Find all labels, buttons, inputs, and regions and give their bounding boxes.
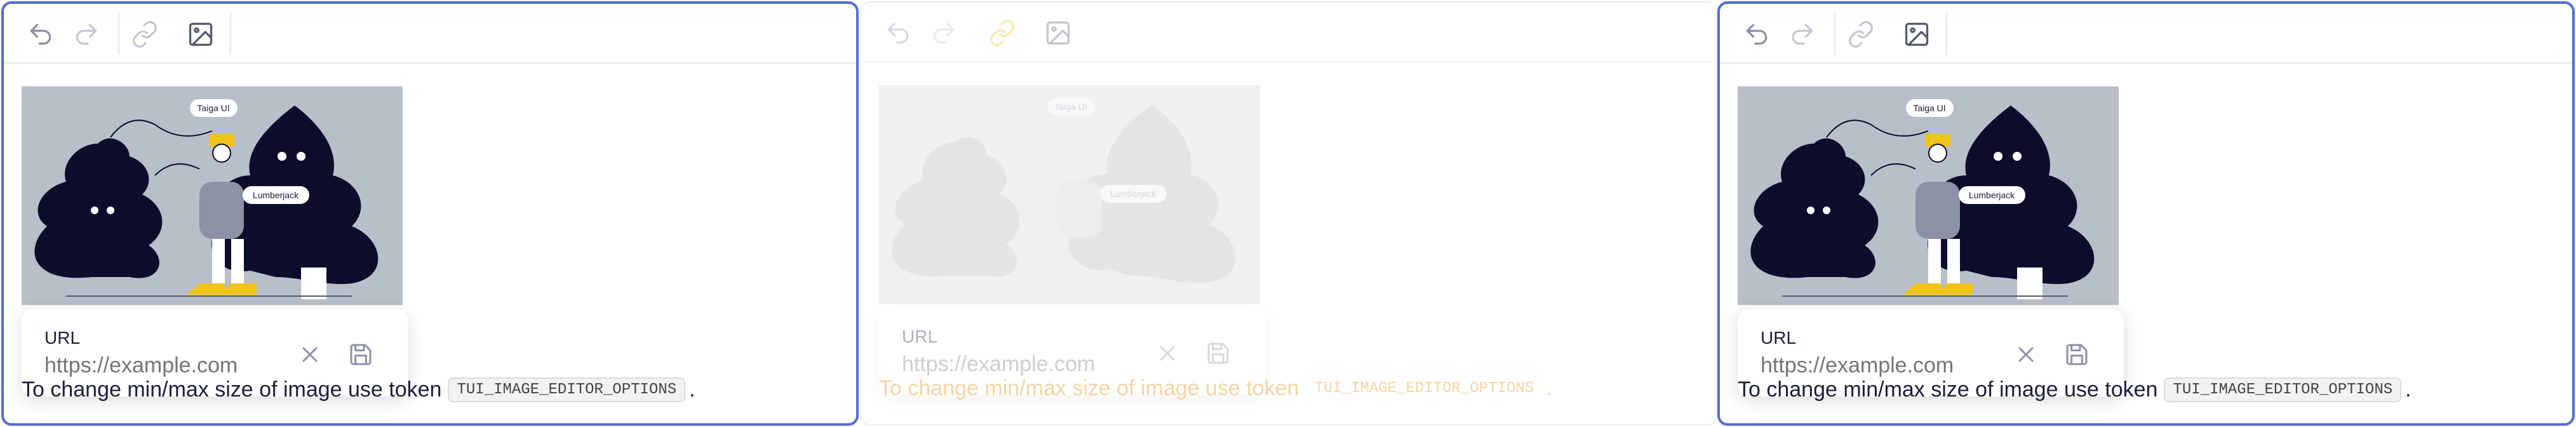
image-icon xyxy=(1905,22,1929,46)
code-token: TUI_IMAGE_EDITOR_OPTIONS xyxy=(2164,377,2402,402)
toolbar-divider xyxy=(230,13,231,55)
link-button[interactable] xyxy=(1841,14,1881,55)
undo-icon xyxy=(30,24,51,45)
save-icon xyxy=(1207,342,1229,364)
image-button[interactable] xyxy=(1896,14,1937,55)
toolbar-divider xyxy=(118,13,119,55)
redo-icon xyxy=(933,22,955,44)
paragraph-text: To change min/max size of image use toke… xyxy=(22,377,442,402)
close-icon xyxy=(1160,346,1175,361)
redo-button[interactable] xyxy=(66,14,107,55)
editor-1[interactable]: Taiga UI Lumberjack URL To change min/ma… xyxy=(1,1,859,426)
url-label: URL xyxy=(1761,328,1797,348)
save-url-button xyxy=(1202,337,1235,370)
editor-paragraph[interactable]: To change min/max size of image use toke… xyxy=(1738,377,2412,402)
code-token: TUI_IMAGE_EDITOR_OPTIONS xyxy=(1314,380,1534,397)
clear-url-button[interactable] xyxy=(293,338,326,371)
callout-lumberjack: Lumberjack xyxy=(253,190,299,200)
callout-taiga: Taiga UI xyxy=(1054,102,1087,112)
editor-paragraph: To change min/max size of image use toke… xyxy=(879,376,1553,401)
paragraph-end: . xyxy=(2405,377,2412,402)
url-input[interactable] xyxy=(44,353,286,378)
undo-icon xyxy=(1746,24,1768,45)
save-url-button[interactable] xyxy=(344,338,377,371)
clear-url-button xyxy=(1151,337,1184,370)
url-input xyxy=(902,352,1143,377)
editor-3[interactable]: Taiga UI Lumberjack URL To change min/ma… xyxy=(1717,1,2575,426)
editor-toolbar xyxy=(1720,4,2572,64)
url-label: URL xyxy=(902,327,938,346)
save-icon xyxy=(350,344,372,365)
callout-lumberjack: Lumberjack xyxy=(1110,189,1157,199)
redo-icon xyxy=(1792,24,1813,45)
code-token: TUI_IMAGE_EDITOR_OPTIONS xyxy=(448,377,686,402)
link-icon xyxy=(1848,21,1874,48)
url-input[interactable] xyxy=(1761,353,2002,378)
paragraph-end: . xyxy=(689,377,695,402)
callout-taiga: Taiga UI xyxy=(1913,103,1945,113)
inserted-image[interactable]: Taiga UI Lumberjack xyxy=(22,86,403,305)
editor-toolbar xyxy=(861,3,1716,62)
redo-button xyxy=(923,13,964,53)
link-button[interactable] xyxy=(124,14,165,55)
redo-button[interactable] xyxy=(1782,14,1823,55)
undo-button[interactable] xyxy=(1736,14,1777,55)
save-url-button[interactable] xyxy=(2060,338,2093,371)
undo-icon xyxy=(887,22,909,44)
editor-2: Taiga UI Lumberjack URL To change min/ma… xyxy=(860,1,1717,426)
save-icon xyxy=(2066,344,2088,365)
inserted-image[interactable]: Taiga UI Lumberjack xyxy=(1738,86,2119,305)
undo-button xyxy=(878,13,918,53)
toolbar-divider xyxy=(1834,13,1835,55)
clear-url-button[interactable] xyxy=(2009,338,2043,371)
editor-toolbar xyxy=(4,4,856,64)
image-button[interactable] xyxy=(180,14,221,55)
toolbar-divider xyxy=(1946,13,1947,55)
link-icon xyxy=(989,20,1015,46)
image-button xyxy=(1038,13,1078,53)
editor-paragraph[interactable]: To change min/max size of image use toke… xyxy=(22,377,695,402)
callout-lumberjack: Lumberjack xyxy=(1969,190,2015,200)
image-icon xyxy=(1046,21,1070,45)
image-icon xyxy=(189,22,213,46)
paragraph-text: To change min/max size of image use toke… xyxy=(1738,377,2158,402)
url-label: URL xyxy=(44,328,81,348)
link-button xyxy=(982,13,1023,53)
redo-icon xyxy=(76,24,97,45)
inserted-image: Taiga UI Lumberjack xyxy=(879,85,1260,304)
close-icon xyxy=(2018,347,2034,362)
paragraph-text: To change min/max size of image use toke… xyxy=(879,376,1299,400)
undo-button[interactable] xyxy=(20,14,61,55)
paragraph-end: . xyxy=(1546,376,1553,400)
callout-taiga: Taiga UI xyxy=(197,103,229,113)
close-icon xyxy=(302,347,318,362)
link-icon xyxy=(132,21,158,48)
